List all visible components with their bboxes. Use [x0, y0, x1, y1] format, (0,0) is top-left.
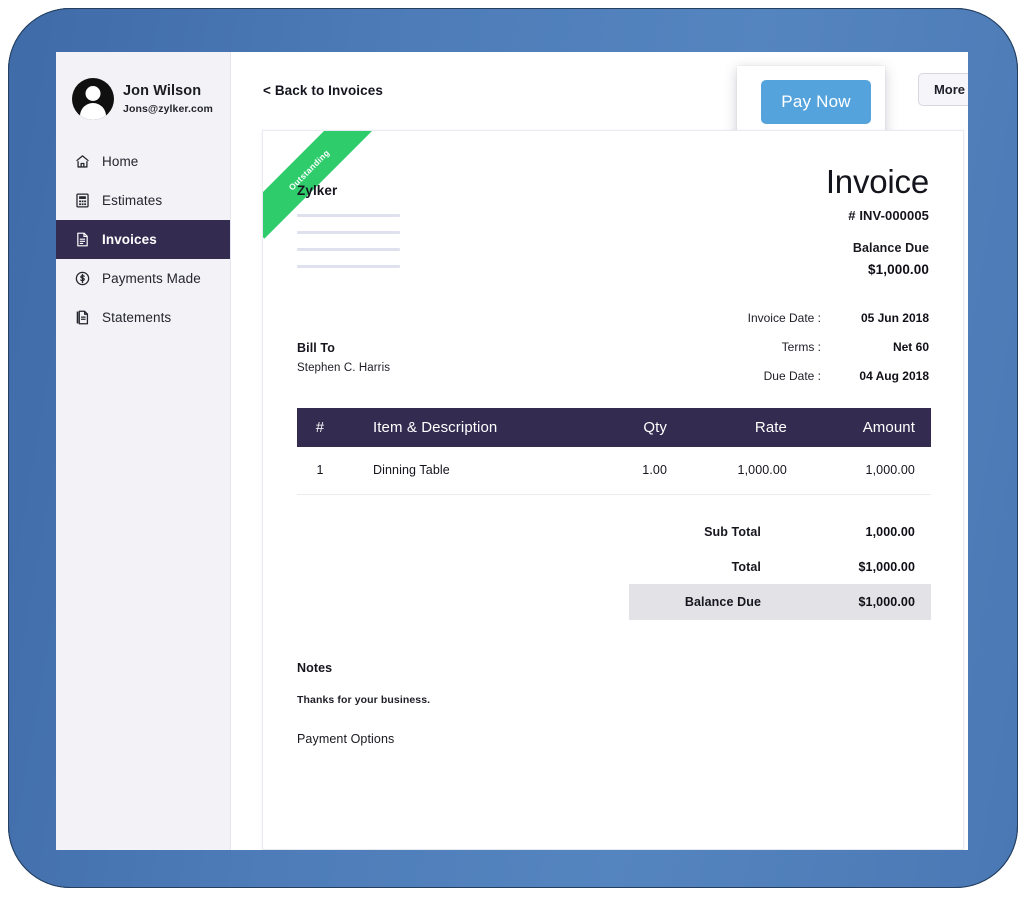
tablet-frame: Jon Wilson Jons@zylker.com Home — [8, 8, 1018, 888]
bill-to-name: Stephen C. Harris — [297, 362, 390, 374]
totals-row-balance-due: Balance Due $1,000.00 — [629, 584, 931, 620]
column-header-item: Item & Description — [343, 408, 589, 447]
app-screen: Jon Wilson Jons@zylker.com Home — [56, 52, 968, 850]
sidebar-item-payments-made[interactable]: Payments Made — [56, 259, 230, 298]
back-to-invoices-link[interactable]: < Back to Invoices — [263, 83, 383, 98]
sidebar-item-label: Payments Made — [102, 271, 201, 286]
cell-qty: 1.00 — [589, 447, 681, 494]
statement-icon — [74, 309, 91, 326]
invoice-card: Outstanding Zylker Invoice # INV-000005 — [262, 130, 964, 850]
notes-block: Notes Thanks for your business. Payment … — [297, 661, 430, 746]
estimate-icon — [74, 192, 91, 209]
meta-key: Invoice Date : — [748, 311, 847, 340]
sidebar-item-invoices[interactable]: Invoices — [56, 220, 230, 259]
placeholder-line — [297, 265, 400, 268]
totals-value: $1,000.00 — [819, 595, 931, 609]
sidebar-item-label: Home — [102, 154, 138, 169]
cell-rate: 1,000.00 — [681, 447, 801, 494]
pay-now-button[interactable]: Pay Now — [761, 80, 871, 124]
main-content: < Back to Invoices Pay Now More — [231, 52, 968, 850]
table-row: 1 Dinning Table 1.00 1,000.00 1,000.00 — [297, 447, 931, 494]
sidebar-item-statements[interactable]: Statements — [56, 298, 230, 337]
profile-name: Jon Wilson — [123, 83, 213, 100]
totals-block: Sub Total 1,000.00 Total $1,000.00 Balan… — [629, 502, 931, 620]
meta-row: Due Date : 04 Aug 2018 — [748, 369, 929, 398]
meta-value: Net 60 — [847, 340, 929, 369]
notes-text: Thanks for your business. — [297, 694, 430, 706]
profile-email: Jons@zylker.com — [123, 103, 213, 115]
totals-value: 1,000.00 — [819, 525, 931, 539]
totals-value: $1,000.00 — [819, 560, 931, 574]
cell-no: 1 — [297, 447, 343, 494]
sidebar-item-label: Statements — [102, 310, 171, 325]
invoice-icon — [74, 231, 91, 248]
placeholder-line — [297, 248, 400, 251]
cell-amount: 1,000.00 — [801, 447, 931, 494]
payment-options-label: Payment Options — [297, 732, 430, 746]
meta-key: Terms : — [748, 340, 847, 369]
column-header-qty: Qty — [589, 408, 681, 447]
totals-row-sub-total: Sub Total 1,000.00 — [629, 514, 931, 549]
bill-to-block: Bill To Stephen C. Harris — [297, 341, 390, 374]
invoice-meta: Invoice Date : 05 Jun 2018 Terms : Net 6… — [748, 311, 929, 398]
invoice-number: # INV-000005 — [826, 208, 929, 223]
user-profile[interactable]: Jon Wilson Jons@zylker.com — [56, 52, 230, 120]
placeholder-line — [297, 231, 400, 234]
totals-spacer — [629, 502, 931, 514]
user-avatar-icon — [72, 78, 114, 120]
home-icon — [74, 153, 91, 170]
dollar-circle-icon — [74, 270, 91, 287]
meta-value: 04 Aug 2018 — [847, 369, 929, 398]
meta-row: Invoice Date : 05 Jun 2018 — [748, 311, 929, 340]
meta-row: Terms : Net 60 — [748, 340, 929, 369]
balance-due-label: Balance Due — [853, 241, 929, 255]
line-items-table: # Item & Description Qty Rate Amount 1 D… — [297, 408, 931, 495]
page-title: Invoice — [826, 165, 929, 198]
invoice-title-block: Invoice # INV-000005 — [826, 165, 929, 223]
column-header-rate: Rate — [681, 408, 801, 447]
balance-due-summary: Balance Due $1,000.00 — [853, 241, 929, 277]
meta-key: Due Date : — [748, 369, 847, 398]
sidebar-item-label: Estimates — [102, 193, 162, 208]
balance-due-value: $1,000.00 — [853, 262, 929, 277]
placeholder-line — [297, 214, 400, 217]
table-header-row: # Item & Description Qty Rate Amount — [297, 408, 931, 447]
column-header-no: # — [297, 408, 343, 447]
totals-label: Total — [629, 560, 819, 574]
bill-to-label: Bill To — [297, 341, 390, 355]
totals-label: Balance Due — [629, 595, 819, 609]
more-button[interactable]: More — [918, 73, 968, 106]
sidebar-item-label: Invoices — [102, 232, 157, 247]
invoice-header: Zylker Invoice # INV-000005 Balance Due … — [263, 131, 963, 391]
totals-label: Sub Total — [629, 525, 819, 539]
more-button-label: More — [934, 82, 965, 97]
notes-label: Notes — [297, 661, 430, 675]
cell-item: Dinning Table — [343, 447, 589, 494]
meta-value: 05 Jun 2018 — [847, 311, 929, 340]
sidebar-nav: Home — [56, 142, 230, 337]
totals-row-total: Total $1,000.00 — [629, 549, 931, 584]
sidebar-item-estimates[interactable]: Estimates — [56, 181, 230, 220]
topbar: < Back to Invoices Pay Now More — [231, 52, 968, 130]
sidebar: Jon Wilson Jons@zylker.com Home — [56, 52, 231, 850]
sidebar-item-home[interactable]: Home — [56, 142, 230, 181]
column-header-amount: Amount — [801, 408, 931, 447]
